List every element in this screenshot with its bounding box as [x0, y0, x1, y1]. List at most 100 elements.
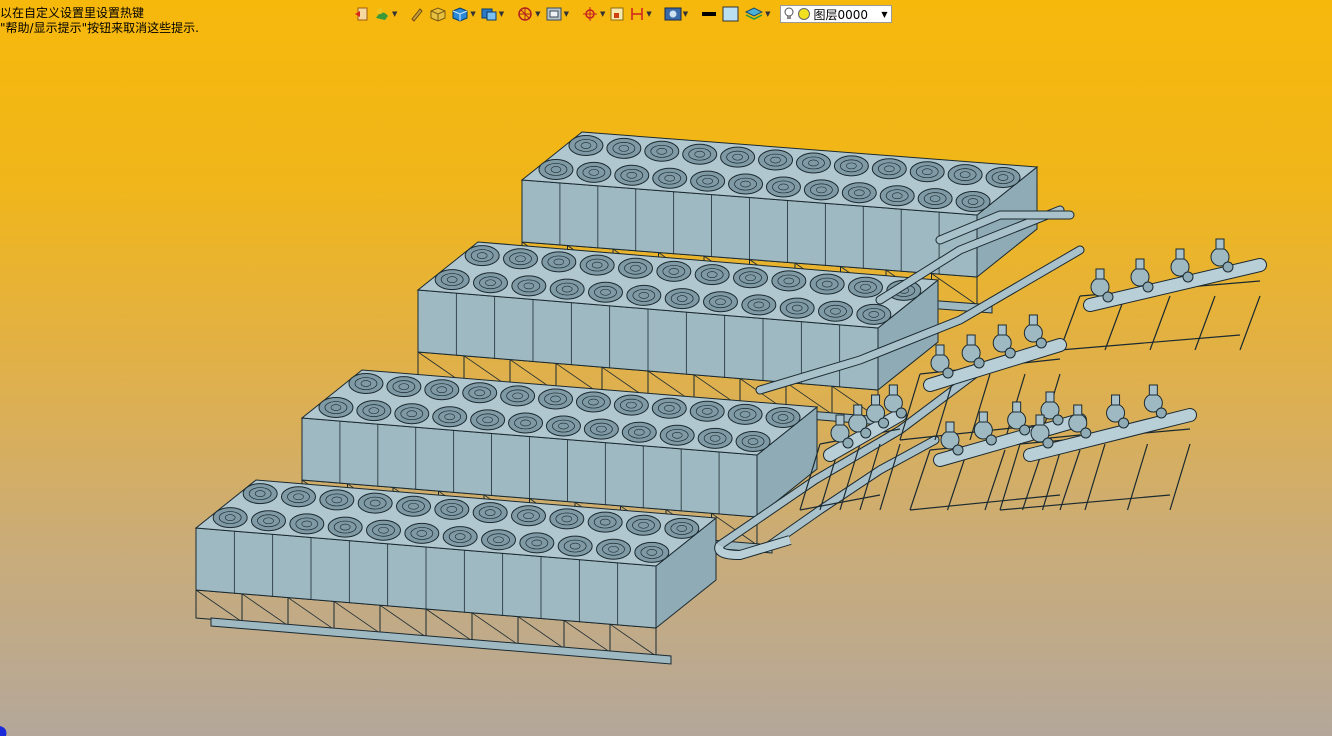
fan-icon — [765, 176, 801, 198]
pump — [830, 423, 850, 443]
header-pipe — [924, 339, 1066, 391]
fan-icon — [652, 167, 688, 189]
fan-icon — [727, 403, 763, 425]
unit-top — [520, 131, 1039, 216]
fan-icon — [833, 155, 869, 177]
fan-icon — [404, 522, 440, 544]
material-button[interactable] — [428, 4, 448, 24]
unit-end — [655, 516, 717, 630]
fan-icon — [568, 134, 604, 156]
chevron-down-icon[interactable]: ▼ — [881, 10, 887, 19]
pump — [1040, 400, 1060, 420]
unit-skid — [536, 269, 993, 314]
pump — [1130, 267, 1150, 287]
fan-icon — [396, 495, 431, 517]
unit-skid — [316, 507, 773, 554]
fan-icon — [500, 385, 536, 407]
fan-icon — [242, 483, 278, 505]
fan-icon — [985, 167, 1021, 189]
pen-button[interactable] — [408, 4, 426, 24]
fan-icon — [733, 267, 768, 289]
fan-icon — [538, 388, 574, 410]
undo-button[interactable] — [352, 4, 370, 24]
fan-icon — [694, 264, 730, 286]
fan-icon — [462, 382, 498, 404]
fan-icon — [511, 275, 547, 297]
pipe — [766, 436, 939, 549]
dimension-button[interactable]: ▼ — [628, 4, 652, 24]
fan-icon — [651, 397, 687, 419]
unit-frame — [195, 589, 657, 657]
fan-icon — [644, 140, 680, 162]
fan-icon — [947, 164, 983, 186]
pump — [930, 353, 950, 373]
fan-icon — [758, 149, 794, 171]
fan-icon — [319, 489, 355, 511]
pump — [1170, 257, 1190, 277]
pump — [1007, 410, 1027, 430]
header-pipe — [934, 414, 1086, 466]
unit-top — [300, 369, 819, 456]
fan-icon — [432, 406, 468, 428]
fan-icon — [503, 248, 538, 270]
fill-color-button[interactable] — [721, 4, 741, 24]
fan-icon — [579, 254, 615, 276]
fill-color-icon — [722, 6, 739, 22]
orbit-button[interactable]: ▼ — [515, 4, 541, 24]
fan-icon — [442, 526, 478, 548]
fan-icon — [917, 188, 953, 210]
crosshair-button[interactable]: ▼ — [580, 4, 606, 24]
fan-icon — [541, 251, 577, 273]
pipe — [936, 211, 1074, 244]
orbit-icon — [518, 7, 532, 21]
lightbulb-icon[interactable] — [784, 7, 794, 21]
render-button[interactable]: ▼ — [479, 4, 505, 24]
header-pipe — [824, 409, 906, 461]
paint-button[interactable]: ▼ — [372, 4, 398, 24]
model-viewport[interactable] — [0, 0, 1332, 736]
fan-icon — [289, 513, 325, 535]
fan-icon — [818, 300, 853, 322]
cube-button[interactable]: ▼ — [450, 4, 476, 24]
fan-icon — [508, 412, 544, 434]
pump — [848, 413, 868, 433]
fan-icon — [357, 492, 393, 514]
fan-icon — [472, 502, 508, 524]
layers-button[interactable]: ▼ — [743, 4, 771, 24]
unit-skid — [432, 379, 894, 427]
pump — [961, 343, 981, 363]
layer-selector[interactable]: 图层0000 ▼ — [779, 5, 892, 23]
fan-icon — [626, 514, 661, 536]
hint-line-1: 以在自定义设置里设置热键 — [0, 6, 145, 20]
header-pipe — [1084, 259, 1266, 311]
fan-icon — [841, 182, 877, 204]
fan-icon — [281, 486, 316, 508]
fan-icon — [470, 409, 506, 431]
pump — [883, 393, 903, 413]
fan-icon — [741, 294, 777, 316]
pump — [973, 420, 993, 440]
fan-icon — [386, 376, 422, 398]
fan-icon — [575, 391, 611, 413]
yellow-circle-icon[interactable] — [797, 7, 811, 21]
unit-front — [417, 289, 879, 391]
fan-icon — [634, 541, 670, 563]
zoom-box-button[interactable] — [608, 4, 626, 24]
undo-icon — [355, 7, 368, 21]
pump — [992, 333, 1012, 353]
fan-icon — [689, 400, 725, 422]
fan-icon — [614, 164, 650, 186]
fan-icon — [473, 272, 508, 294]
line-color-button[interactable] — [699, 4, 719, 24]
display-mode-button[interactable]: ▼ — [663, 4, 689, 24]
fan-icon — [212, 507, 248, 529]
view-frame-button[interactable]: ▼ — [544, 4, 570, 24]
fan-icon — [682, 143, 718, 165]
unit-end — [756, 405, 818, 519]
fan-icon — [549, 278, 585, 300]
view-frame-icon — [546, 7, 562, 21]
hint-line-2: "帮助/显示提示"按钮来取消这些提示. — [0, 21, 199, 35]
layer-name: 图层0000 — [813, 7, 869, 22]
unit-front — [195, 527, 657, 629]
fan-icon — [596, 538, 631, 560]
